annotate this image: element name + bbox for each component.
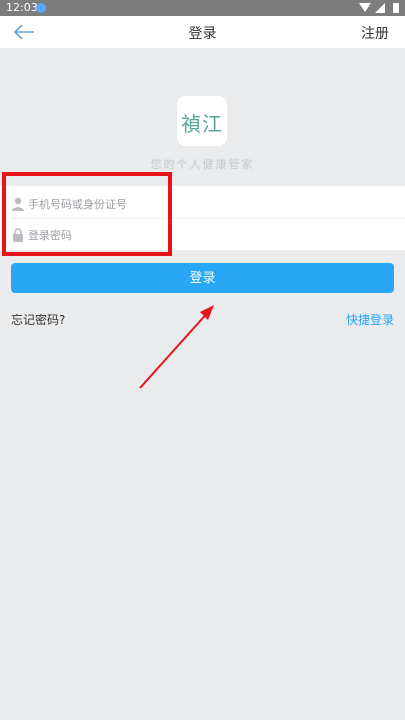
nav-bar: 登录 注册 — [0, 16, 405, 48]
app-slogan: 您的个人健康管家 — [150, 158, 255, 171]
signal-icon — [375, 3, 385, 13]
logo-text: 禎江 — [181, 112, 223, 136]
status-bar: 12:03 — [0, 0, 405, 16]
forgot-password-link[interactable]: 忘记密码? — [11, 311, 65, 328]
register-button[interactable]: 注册 — [361, 23, 389, 43]
notification-icon — [36, 3, 46, 13]
annotation-highlight-box — [2, 172, 172, 256]
status-time: 12:03 — [6, 1, 38, 14]
app-logo: 禎江 — [177, 96, 227, 146]
wifi-icon — [359, 3, 371, 12]
quick-login-link[interactable]: 快捷登录 — [346, 311, 394, 328]
annotation-arrow-icon — [139, 305, 214, 389]
page-title: 登录 — [188, 26, 217, 42]
battery-icon — [393, 3, 399, 13]
login-button[interactable]: 登录 — [11, 263, 394, 293]
